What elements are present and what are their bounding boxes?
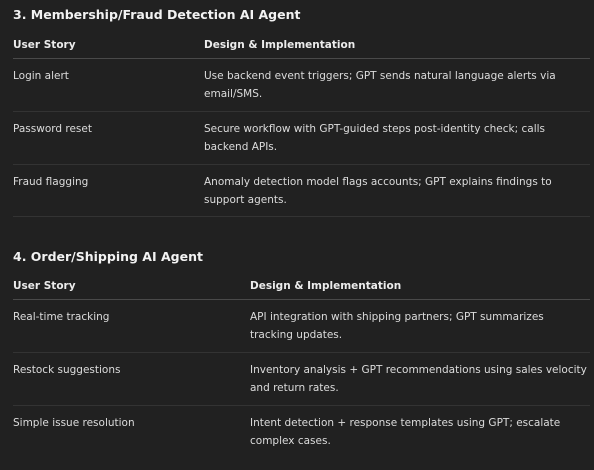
table-row: Simple issue resolution Intent detection… [13,406,590,459]
design-cell: Anomaly detection model flags accounts; … [204,176,552,206]
table-header-row: User Story Design & Implementation [13,36,590,59]
section-divider [13,216,590,217]
column-header-design: Design & Implementation [250,277,590,300]
section-membership-fraud: 3. Membership/Fraud Detection AI Agent U… [13,6,590,217]
table-row: Password reset Secure workflow with GPT-… [13,111,590,165]
user-story-cell: Password reset [13,111,204,165]
table-row: Restock suggestions Inventory analysis +… [13,352,590,406]
user-story-cell: Real-time tracking [13,299,250,353]
table-row: Real-time tracking API integration with … [13,299,590,353]
user-story-cell: Login alert [13,58,204,112]
design-cell: API integration with shipping partners; … [250,299,590,353]
design-cell: Use backend event triggers; GPT sends na… [204,58,590,112]
design-cell: Secure workflow with GPT-guided steps po… [204,111,590,165]
table-row: Fraud flagging Anomaly detection model f… [13,165,590,218]
user-story-cell: Fraud flagging [13,176,89,188]
column-header-design: Design & Implementation [204,36,590,59]
user-story-table: User Story Design & Implementation Real-… [13,277,590,458]
user-story-table: User Story Design & Implementation Login… [13,36,590,217]
section-heading: 3. Membership/Fraud Detection AI Agent [13,7,301,22]
table-row: Login alert Use backend event triggers; … [13,58,590,112]
user-story-cell: Simple issue resolution [13,417,135,429]
design-cell: Inventory analysis + GPT recommendations… [250,352,590,406]
design-cell: Intent detection + response templates us… [250,417,561,447]
section-heading: 4. Order/Shipping AI Agent [13,249,203,264]
column-header-user-story: User Story [13,277,250,300]
section-order-shipping: 4. Order/Shipping AI Agent User Story De… [13,248,590,458]
document-page: 3. Membership/Fraud Detection AI Agent U… [0,0,594,470]
table-header-row: User Story Design & Implementation [13,277,590,300]
user-story-cell: Restock suggestions [13,352,250,406]
column-header-user-story: User Story [13,36,204,59]
